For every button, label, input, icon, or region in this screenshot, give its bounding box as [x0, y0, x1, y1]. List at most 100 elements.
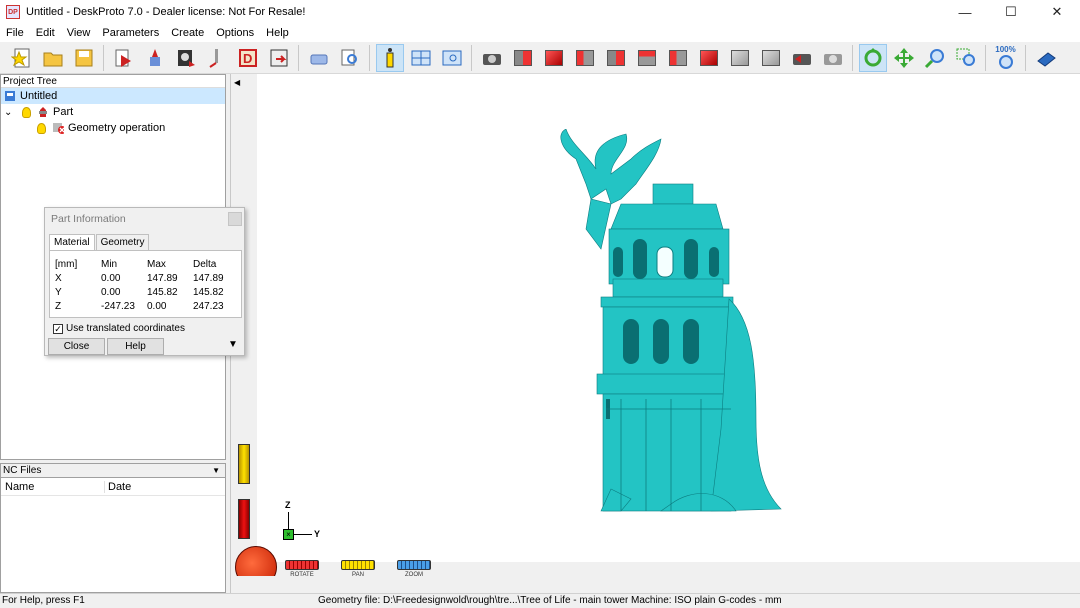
axis-y-label: Y: [314, 529, 321, 539]
view-shaded-icon[interactable]: [757, 44, 785, 72]
zoom-meter[interactable]: [397, 560, 431, 570]
d-operation-icon[interactable]: D: [234, 44, 262, 72]
axis-z-label: Z: [285, 500, 291, 510]
operation-error-icon: [53, 123, 64, 134]
info-icon[interactable]: [375, 43, 404, 72]
menu-create[interactable]: Create: [165, 27, 210, 39]
status-help: For Help, press F1: [2, 595, 85, 606]
3d-viewport[interactable]: ◀ Z × Y ROTATE PAN ZOOM: [230, 74, 1080, 593]
pan-label: PAN: [352, 572, 364, 578]
translated-coordinates-checkbox[interactable]: ✓ Use translated coordinates: [53, 323, 185, 334]
save-icon[interactable]: [70, 44, 98, 72]
menu-edit[interactable]: Edit: [30, 27, 61, 39]
tower-model[interactable]: [551, 129, 791, 514]
zoom-icon[interactable]: [921, 44, 949, 72]
pan-icon[interactable]: [890, 44, 918, 72]
preview-icon[interactable]: [438, 44, 466, 72]
dialog-titlebar[interactable]: Part Information: [45, 208, 244, 230]
eraser-icon[interactable]: [305, 44, 333, 72]
tree-item-part[interactable]: ⌄ Part: [1, 104, 225, 120]
close-button[interactable]: Close: [48, 338, 105, 355]
rotate-label: ROTATE: [290, 572, 314, 578]
load-geometry-icon[interactable]: [110, 44, 138, 72]
title-bar: DP Untitled - DeskProto 7.0 - Dealer lic…: [0, 0, 1080, 24]
project-tree-header: Project Tree: [1, 75, 225, 88]
row-axis: Y: [55, 287, 62, 298]
help-button[interactable]: Help: [107, 338, 164, 355]
open-folder-icon[interactable]: [39, 44, 67, 72]
row-delta: 145.82: [193, 287, 224, 298]
header-delta: Delta: [193, 259, 217, 270]
tree-part-label: Part: [53, 106, 74, 118]
expand-chevron-icon[interactable]: ⌄: [4, 107, 18, 118]
view-iso-icon[interactable]: [509, 44, 537, 72]
view-wire-icon[interactable]: [726, 44, 754, 72]
tool-icon[interactable]: [203, 44, 231, 72]
minimize-button[interactable]: —: [942, 0, 988, 24]
menu-file[interactable]: File: [0, 27, 30, 39]
row-delta: 247.23: [193, 301, 224, 312]
save-nc-icon[interactable]: [265, 44, 293, 72]
project-icon: [5, 91, 15, 101]
tree-root-label: Untitled: [20, 90, 58, 102]
view-bottom-icon[interactable]: [695, 44, 723, 72]
expand-down-icon[interactable]: ▼: [228, 339, 238, 350]
undo-view-icon[interactable]: [788, 44, 816, 72]
row-max: 0.00: [147, 301, 167, 312]
tree-item-untitled[interactable]: Untitled: [1, 88, 225, 104]
zoom-window-icon[interactable]: [952, 44, 980, 72]
tree-item-geometry-operation[interactable]: Geometry operation: [1, 120, 225, 136]
view-top-icon[interactable]: [664, 44, 692, 72]
column-name[interactable]: Name: [1, 480, 105, 493]
rotate-icon[interactable]: [858, 43, 887, 72]
nc-files-columns: Name Date: [1, 478, 225, 496]
part-information-dialog: Part Information Material Geometry [mm] …: [44, 207, 245, 356]
dropdown-arrow-icon[interactable]: ▼: [212, 464, 220, 477]
redo-view-icon[interactable]: [819, 44, 847, 72]
dimensions-table: [mm] Min Max Delta X 0.00 147.89 147.89 …: [49, 250, 242, 318]
bitmap-icon[interactable]: [172, 44, 200, 72]
dialog-title: Part Information: [51, 213, 126, 225]
row-delta: 147.89: [193, 273, 224, 284]
nc-files-header: NC Files ▼: [1, 464, 225, 478]
rotate-dial[interactable]: [235, 546, 277, 576]
new-file-icon[interactable]: [8, 44, 36, 72]
menu-parameters[interactable]: Parameters: [96, 27, 165, 39]
red-slider[interactable]: [238, 499, 250, 539]
part-parameters-icon[interactable]: [141, 44, 169, 72]
tab-material[interactable]: Material: [49, 234, 95, 251]
view-front-icon[interactable]: [540, 44, 568, 72]
lightbulb-icon[interactable]: [37, 122, 46, 134]
view-back-icon[interactable]: [602, 44, 630, 72]
window-title: Untitled - DeskProto 7.0 - Dealer licens…: [26, 6, 306, 18]
column-date[interactable]: Date: [105, 481, 131, 493]
pan-meter[interactable]: [341, 560, 375, 570]
yellow-slider[interactable]: [238, 444, 250, 484]
part-icon: [39, 107, 47, 117]
view-right-icon[interactable]: [571, 44, 599, 72]
svg-text:D: D: [243, 51, 252, 66]
zoom-100-icon[interactable]: 100%: [992, 44, 1020, 72]
checkmark-icon[interactable]: ✓: [53, 323, 63, 334]
menu-options[interactable]: Options: [210, 27, 260, 39]
row-axis: Z: [55, 301, 62, 312]
close-window-button[interactable]: ✕: [1034, 0, 1080, 24]
help-book-icon[interactable]: [1032, 44, 1060, 72]
zoom-100-label: 100%: [995, 45, 1016, 54]
axis-indicator: Z × Y: [281, 500, 331, 540]
find-icon[interactable]: [336, 44, 364, 72]
rotate-meter[interactable]: [285, 560, 319, 570]
collapse-arrow-icon[interactable]: ◀: [234, 78, 240, 87]
header-min: Min: [101, 259, 118, 270]
menu-view[interactable]: View: [61, 27, 97, 39]
menu-help[interactable]: Help: [260, 27, 295, 39]
lightbulb-icon[interactable]: [22, 106, 31, 118]
camera-icon[interactable]: [478, 44, 506, 72]
dialog-tabs: Material Geometry: [49, 234, 150, 251]
checkbox-label: Use translated coordinates: [66, 323, 185, 334]
view-left-icon[interactable]: [633, 44, 661, 72]
dialog-close-icon[interactable]: [228, 212, 242, 226]
layout-icon[interactable]: [407, 44, 435, 72]
tab-geometry[interactable]: Geometry: [95, 234, 150, 250]
maximize-button[interactable]: ☐: [988, 0, 1034, 24]
